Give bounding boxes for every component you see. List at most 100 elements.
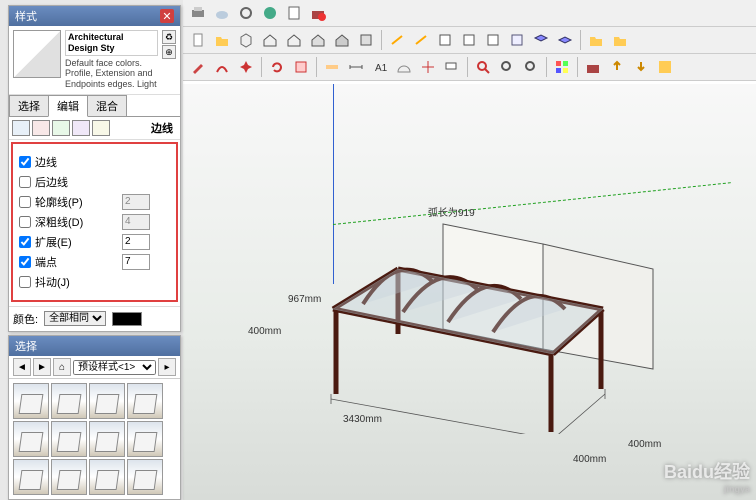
axes-icon[interactable] [417,56,439,78]
preset-item[interactable] [127,459,163,495]
dim-400mm-right2-label: 400mm [628,439,661,450]
protractor-icon[interactable] [393,56,415,78]
zoom-icon[interactable] [472,56,494,78]
panel-title-bar[interactable]: 样式 ✕ [9,6,180,26]
component-icon[interactable] [290,56,312,78]
text-icon[interactable]: A1 [369,56,391,78]
label-icon[interactable] [441,56,463,78]
folder-icon[interactable] [585,29,607,51]
tape-icon[interactable] [321,56,343,78]
page-icon[interactable] [283,2,305,24]
preset-item[interactable] [89,383,125,419]
cube-icon[interactable] [355,29,377,51]
globe-icon[interactable] [259,2,281,24]
preset-item[interactable] [127,421,163,457]
view6-icon[interactable] [506,29,528,51]
bg-settings-icon[interactable] [52,120,70,136]
rotate-icon[interactable] [266,56,288,78]
doc-icon[interactable] [187,29,209,51]
nav-home-icon[interactable]: ⌂ [53,358,71,376]
preset-item[interactable] [51,383,87,419]
endpoints-checkbox[interactable] [19,256,31,268]
preset-item[interactable] [13,459,49,495]
download-icon[interactable] [630,56,652,78]
settings-icon[interactable] [235,2,257,24]
tab-select[interactable]: 选择 [9,95,49,116]
close-icon[interactable]: ✕ [160,9,174,23]
dim-icon[interactable] [345,56,367,78]
nav-fwd-icon[interactable]: ► [33,358,51,376]
view3-icon[interactable] [434,29,456,51]
house4-icon[interactable] [331,29,353,51]
view5-icon[interactable] [482,29,504,51]
tab-mix[interactable]: 混合 [87,95,127,116]
dim-400mm-left-label: 400mm [248,326,281,337]
share-icon[interactable] [654,56,676,78]
style-info: Architectural Design Sty Default face co… [9,26,180,95]
panel-tabs: 选择 编辑 混合 [9,95,180,117]
preset-item[interactable] [51,421,87,457]
folder2-icon[interactable] [609,29,631,51]
tab-edit[interactable]: 编辑 [48,95,88,117]
color-mode-select[interactable]: 全部相同 [44,311,106,326]
house2-icon[interactable] [283,29,305,51]
sparkle-icon[interactable] [235,56,257,78]
preset-item[interactable] [127,383,163,419]
back-edges-checkbox[interactable] [19,176,31,188]
extension-checkbox[interactable] [19,236,31,248]
model-settings-icon[interactable] [92,120,110,136]
preset-grid [9,379,180,499]
layers2-icon[interactable] [554,29,576,51]
preset-item[interactable] [89,459,125,495]
view1-icon[interactable] [386,29,408,51]
box-icon[interactable] [235,29,257,51]
viewport[interactable]: 弧长为919 2700 967mm 400mm 3430mm 400mm 400… [183,84,756,500]
zoom2-icon[interactable] [496,56,518,78]
details-icon[interactable]: ▸ [158,358,176,376]
arc-red-icon[interactable] [211,56,233,78]
watermark-sub: jingya [664,484,750,494]
open-icon[interactable] [211,29,233,51]
edge-settings-icon[interactable] [12,120,30,136]
view4-icon[interactable] [458,29,480,51]
face-settings-icon[interactable] [32,120,50,136]
watermark-settings-icon[interactable] [72,120,90,136]
palette-icon[interactable] [551,56,573,78]
layers-icon[interactable] [530,29,552,51]
separator [261,57,262,77]
warehouse-stop-icon[interactable] [307,2,329,24]
style-thumbnail[interactable] [13,30,61,78]
preset-item[interactable] [13,421,49,457]
house3-icon[interactable] [307,29,329,51]
house1-icon[interactable] [259,29,281,51]
depth-cue-checkbox[interactable] [19,216,31,228]
zoom-extents-icon[interactable] [520,56,542,78]
section-label: 边线 [151,120,177,136]
preset-item[interactable] [51,459,87,495]
style-name-field[interactable]: Architectural Design Sty [65,30,158,56]
preset-panel: 选择 ◄ ► ⌂ 预设样式<1> ▸ [8,335,181,500]
preset-item[interactable] [89,421,125,457]
print-icon[interactable] [187,2,209,24]
update-style-icon[interactable]: ♻ [162,30,176,44]
upload-icon[interactable] [606,56,628,78]
nav-back-icon[interactable]: ◄ [13,358,31,376]
panel-title-label: 样式 [15,8,37,24]
profiles-checkbox[interactable] [19,196,31,208]
color-swatch[interactable] [112,312,142,326]
back-edges-label: 后边线 [35,174,68,190]
edge-color-row: 颜色: 全部相同 [9,306,180,331]
jitter-label: 抖动(J) [35,274,70,290]
cloud-icon[interactable] [211,2,233,24]
paint-icon[interactable] [187,56,209,78]
preset-item[interactable] [13,383,49,419]
endpoints-input[interactable] [122,254,150,270]
preset-title-bar[interactable]: 选择 [9,336,180,356]
preset-dropdown[interactable]: 预设样式<1> [73,360,156,375]
warehouse-icon[interactable] [582,56,604,78]
edges-checkbox[interactable] [19,156,31,168]
jitter-checkbox[interactable] [19,276,31,288]
view2-icon[interactable] [410,29,432,51]
extension-input[interactable] [122,234,150,250]
new-style-icon[interactable]: ⊕ [162,45,176,59]
